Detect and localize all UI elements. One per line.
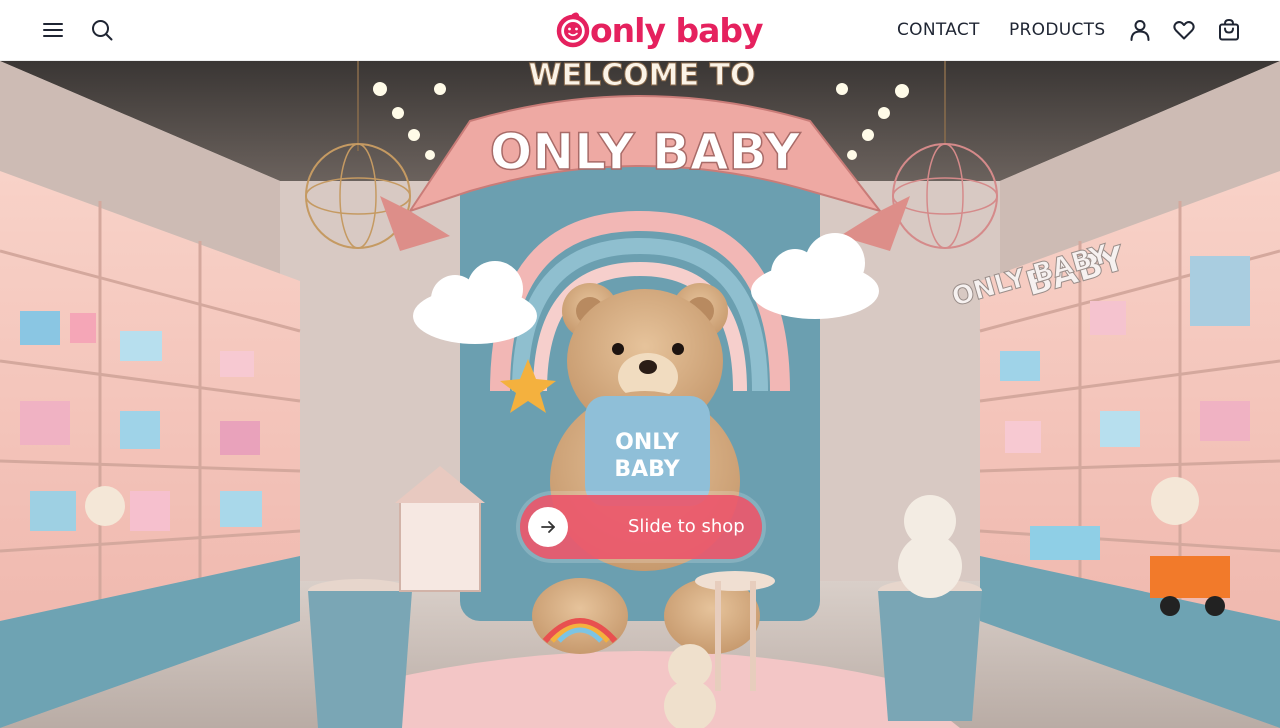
user-icon[interactable] <box>1126 16 1154 44</box>
bear-shirt-line1: ONLY <box>615 430 680 455</box>
welcome-sign: WELCOME TO <box>529 61 756 93</box>
nav-products[interactable]: PRODUCTS <box>1009 19 1105 41</box>
search-icon[interactable] <box>88 16 116 44</box>
nav-contact[interactable]: CONTACT <box>897 19 980 41</box>
baby-face-logo-icon <box>556 12 590 48</box>
site-header: only baby CONTACT PRODUCTS <box>0 0 1280 61</box>
slide-to-shop-control[interactable]: Slide to shop <box>520 495 762 559</box>
heart-icon[interactable] <box>1170 16 1198 44</box>
hero-banner: BABY ONLY BABY WELCOME TO ONLY BABY ONLY… <box>0 61 1280 728</box>
slide-to-shop-label: Slide to shop <box>628 516 745 537</box>
bear-shirt-line2: BABY <box>614 457 680 482</box>
brand-logo-text: only baby <box>590 10 763 50</box>
hamburger-menu-icon[interactable] <box>39 16 67 44</box>
arrow-right-icon <box>541 521 555 533</box>
shopping-bag-icon[interactable] <box>1215 16 1243 44</box>
banner-sign: ONLY BABY <box>490 123 801 181</box>
store-interior-illustration: BABY ONLY BABY WELCOME TO ONLY BABY ONLY… <box>0 61 1280 728</box>
slide-handle[interactable] <box>528 507 568 547</box>
brand-logo[interactable]: only baby <box>556 9 763 51</box>
